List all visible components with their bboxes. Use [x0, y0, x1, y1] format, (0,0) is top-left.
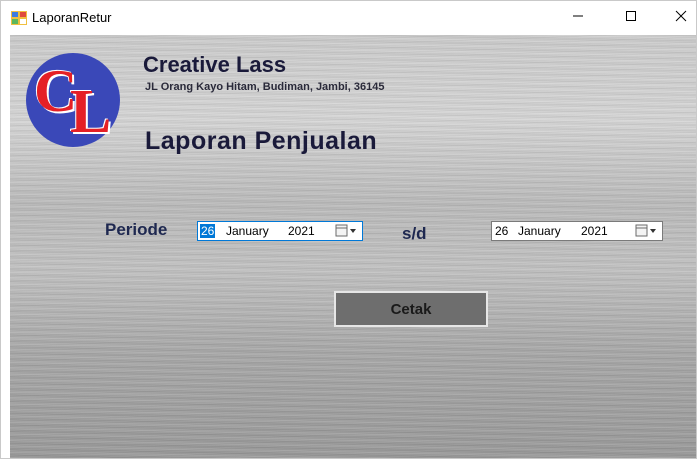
start-date-picker[interactable]: 26 January 2021 [197, 221, 363, 241]
end-date-year[interactable]: 2021 [581, 224, 608, 238]
end-date-picker[interactable]: 26 January 2021 [491, 221, 663, 241]
title-bar[interactable]: LaporanRetur [1, 1, 696, 35]
logo-letter-l: L [70, 78, 112, 146]
calendar-icon [335, 224, 356, 237]
calendar-dropdown-button[interactable] [335, 224, 359, 238]
end-date-month[interactable]: January [518, 224, 561, 238]
date-separator-label: s/d [402, 224, 427, 243]
minimize-icon [572, 9, 584, 27]
end-date-day[interactable]: 26 [495, 224, 508, 238]
start-date-month[interactable]: January [226, 224, 269, 238]
company-logo: C L [26, 53, 120, 147]
window-title: LaporanRetur [32, 10, 112, 25]
minimize-button[interactable] [555, 1, 601, 35]
maximize-icon [625, 9, 637, 27]
company-name: Creative Lass [143, 52, 287, 77]
form-client-area: C L Creative Lass JL Orang Kayo Hitam, B… [10, 35, 696, 458]
print-button[interactable]: Cetak [334, 291, 488, 327]
periode-label: Periode [105, 220, 168, 239]
form-icon [11, 11, 27, 25]
maximize-button[interactable] [608, 1, 654, 35]
calendar-dropdown-button[interactable] [635, 224, 659, 238]
app-window: LaporanRetur C L Creative Lass JL Orang … [0, 0, 697, 459]
close-button[interactable] [658, 1, 697, 35]
calendar-icon [635, 224, 656, 237]
report-title: Laporan Penjualan [145, 127, 378, 155]
start-date-year[interactable]: 2021 [288, 224, 315, 238]
close-icon [675, 9, 687, 27]
start-date-day[interactable]: 26 [200, 224, 216, 238]
company-address: JL Orang Kayo Hitam, Budiman, Jambi, 361… [145, 81, 385, 93]
